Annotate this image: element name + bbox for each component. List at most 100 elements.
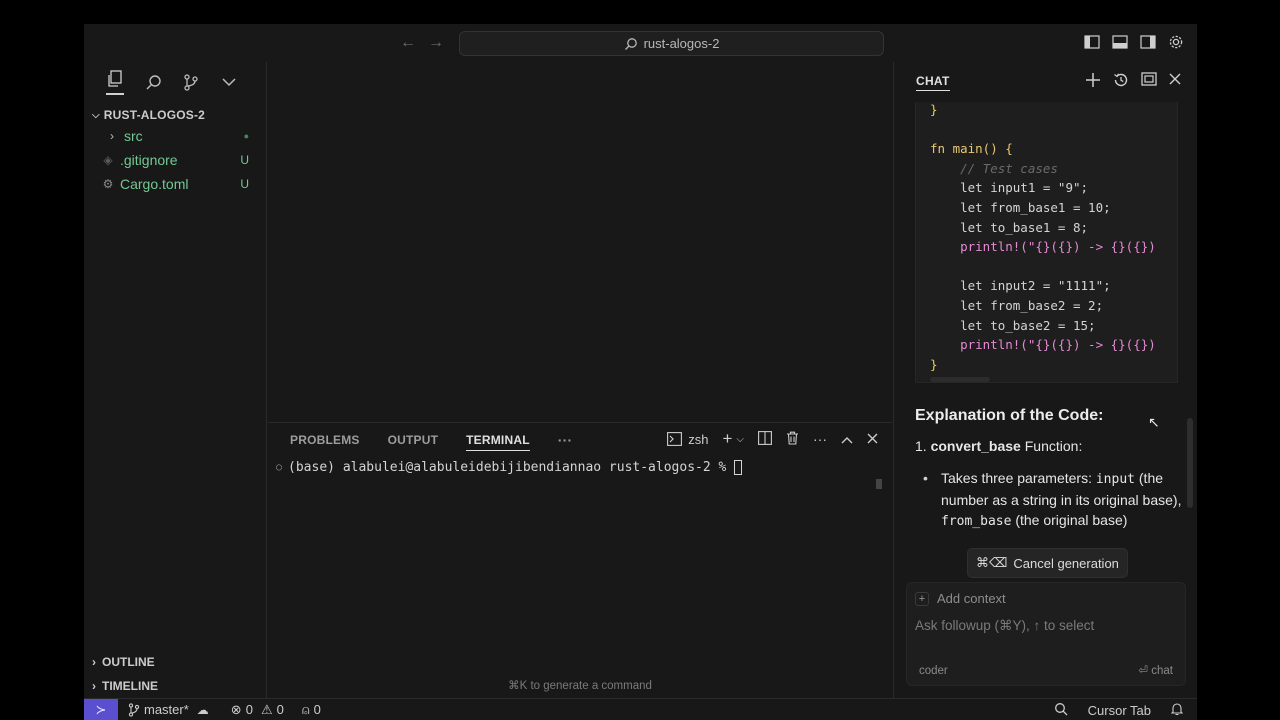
error-count: 0 (245, 702, 253, 717)
chevron-right-icon: › (92, 679, 96, 693)
bullet-text: (the (1015, 512, 1040, 528)
git-status-untracked: U (240, 177, 249, 191)
new-chat-plus-icon[interactable] (1085, 72, 1101, 93)
panel-tabs: PROBLEMS OUTPUT TERMINAL ··· zsh + ⌵ ··· (268, 423, 892, 457)
new-terminal-plus-icon[interactable]: + (722, 429, 732, 449)
add-context-button[interactable]: + Add context (915, 591, 1006, 606)
add-context-label: Add context (937, 591, 1006, 606)
cancel-generation-button[interactable]: ⌘⌫ Cancel generation (968, 549, 1127, 577)
explorer-files-icon[interactable] (106, 69, 124, 95)
chevron-right-icon: › (110, 129, 114, 143)
settings-gear-icon[interactable] (1167, 33, 1185, 51)
inline-code: input (1095, 472, 1135, 487)
file-tree-item-gitignore[interactable]: ◈ .gitignore U (84, 148, 266, 172)
chevron-down-icon[interactable] (220, 73, 238, 91)
code-block[interactable]: } fn main() { // Test cases let input1 =… (915, 102, 1178, 383)
history-icon[interactable] (1113, 72, 1129, 93)
chat-header: CHAT (894, 62, 1197, 102)
tab-output[interactable]: OUTPUT (388, 429, 439, 451)
back-arrow-icon[interactable]: ← (400, 34, 416, 52)
code-line: } (930, 356, 938, 372)
close-panel-icon[interactable] (867, 432, 878, 447)
maximize-panel-icon[interactable] (841, 432, 853, 447)
more-tabs-icon[interactable]: ··· (558, 429, 573, 451)
explanation-heading: Explanation of the Code: (915, 407, 1104, 424)
followup-input[interactable]: Ask followup (⌘Y), ↑ to select (915, 618, 1094, 634)
remote-indicator-icon[interactable]: ≻ (84, 698, 118, 720)
chevron-down-icon[interactable]: ⌵ (736, 434, 744, 445)
terminal-icon (667, 432, 683, 446)
shell-name: zsh (688, 431, 709, 447)
git-status-untracked: U (240, 153, 249, 167)
code-horizontal-scrollbar[interactable] (930, 377, 990, 382)
terminal-scrollbar[interactable] (876, 479, 882, 489)
cancel-generation-label: Cancel generation (1013, 555, 1119, 571)
code-line: // Test cases (930, 160, 1058, 176)
cursor-tab-status[interactable]: Cursor Tab (1088, 703, 1151, 718)
source-control-icon[interactable] (182, 73, 200, 91)
chat-panel: CHAT } fn main() { // Test cases let inp… (893, 62, 1197, 698)
warning-count: 0 (276, 702, 284, 717)
mode-selector[interactable]: coder (919, 665, 948, 677)
command-center-label: rust-alogos-2 (643, 36, 720, 51)
timeline-section[interactable]: › TIMELINE (84, 675, 158, 697)
primary-sidebar: ⌵ RUST-ALOGOS-2 › src ● ◈ .gitignore U ⚙… (84, 62, 267, 698)
search-icon (624, 37, 637, 50)
editor-area[interactable] (268, 62, 892, 442)
code-line: let to_base2 = 15; (930, 317, 1096, 333)
file-tree-item-src[interactable]: › src ● (84, 124, 266, 148)
cloud-sync-icon: ☁ (196, 702, 209, 717)
toggle-secondary-sidebar-icon[interactable] (1139, 33, 1157, 51)
bullet-text: original base) (1043, 512, 1128, 528)
more-actions-icon[interactable]: ··· (813, 431, 827, 447)
title-bar: ← → rust-alogos-2 (84, 24, 1197, 62)
toggle-primary-sidebar-icon[interactable] (1083, 33, 1101, 51)
trash-icon[interactable] (786, 431, 799, 448)
close-chat-icon[interactable] (1169, 72, 1181, 93)
bell-icon[interactable] (1170, 702, 1184, 719)
outline-section[interactable]: › OUTLINE (84, 651, 155, 673)
gear-file-icon: ⚙ (102, 177, 114, 191)
inline-code: from_base (941, 514, 1012, 529)
circle-status-icon: ○ (276, 461, 283, 473)
forward-arrow-icon[interactable]: → (428, 34, 444, 52)
file-name: src (124, 128, 143, 144)
bullet-text: Takes three parameters: (941, 470, 1096, 486)
warning-icon: ⚠ (260, 701, 273, 717)
search-sidebar-icon[interactable] (144, 73, 162, 91)
folder-name: RUST-ALOGOS-2 (103, 108, 206, 122)
explorer-folder-header[interactable]: ⌵ RUST-ALOGOS-2 (84, 102, 266, 124)
zoom-search-icon[interactable] (1054, 702, 1068, 719)
branch-indicator[interactable]: master* ☁ (128, 702, 209, 717)
toggle-panel-icon[interactable] (1111, 33, 1129, 51)
send-chat-button[interactable]: ⏎ chat (1138, 663, 1173, 677)
tab-problems[interactable]: PROBLEMS (290, 429, 360, 451)
chat-title: CHAT (916, 74, 950, 91)
code-content: } fn main() { // Test cases let input1 =… (916, 102, 1156, 374)
command-center-search[interactable]: rust-alogos-2 (459, 31, 884, 56)
ports-count: 0 (313, 702, 321, 717)
code-line: let input2 = "1111"; (930, 278, 1111, 294)
terminal-output[interactable]: ○ (base) alabulei@alabuleidebijibendiann… (268, 457, 892, 477)
error-icon: ⊗ (230, 701, 242, 717)
expand-chat-icon[interactable] (1141, 72, 1157, 93)
function-name: convert_base (930, 438, 1021, 454)
chat-scrollbar[interactable] (1187, 418, 1193, 508)
branch-name: master* (144, 702, 189, 717)
chevron-right-icon: › (92, 655, 96, 669)
chat-input-box[interactable]: + Add context Ask followup (⌘Y), ↑ to se… (906, 582, 1186, 686)
git-status-dot: ● (243, 131, 249, 141)
split-terminal-icon[interactable] (758, 430, 772, 448)
tab-terminal[interactable]: TERMINAL (466, 429, 530, 451)
outline-label: OUTLINE (102, 655, 155, 669)
list-item: 1. convert_base Function: (915, 438, 1185, 454)
problems-indicator[interactable]: ⊗ 0 ⚠ 0 (231, 702, 284, 718)
explanation-section: Explanation of the Code: 1. convert_base… (915, 407, 1185, 532)
terminal-shell-selector[interactable]: zsh (667, 432, 708, 447)
code-line: let input1 = "9"; (930, 180, 1089, 196)
chevron-down-icon: ⌵ (92, 109, 100, 121)
list-item-suffix: Function: (1024, 438, 1083, 454)
file-tree-item-cargo-toml[interactable]: ⚙ Cargo.toml U (84, 172, 266, 196)
terminal-cursor (734, 459, 743, 475)
ports-indicator[interactable]: ⍝ 0 (302, 702, 321, 718)
